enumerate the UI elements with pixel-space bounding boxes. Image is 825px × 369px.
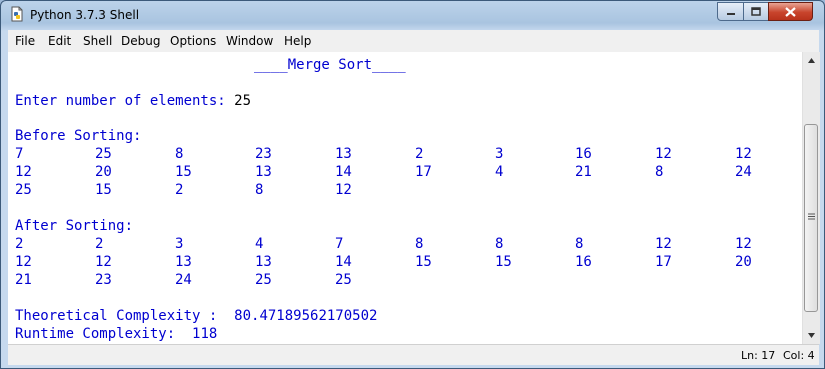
value-cell: 12 [735, 146, 752, 162]
value-cell: 12 [655, 146, 672, 162]
value-cell: 8 [575, 236, 584, 252]
value-cell: 13 [335, 146, 352, 162]
line-number: Ln: 17 [741, 349, 776, 362]
value-cell: 12 [335, 182, 352, 198]
runtime-value: 118 [192, 326, 218, 342]
value-cell: 15 [495, 254, 512, 270]
header-line: ____Merge Sort____ [254, 56, 406, 74]
theoretical-label: Theoretical Complexity : [15, 308, 218, 324]
value-cell: 12 [15, 254, 32, 270]
minimize-button[interactable] [717, 2, 744, 21]
value-cell: 15 [95, 182, 112, 198]
value-cell: 15 [175, 164, 192, 180]
value-cell: 23 [255, 146, 272, 162]
value-cell: 13 [255, 254, 272, 270]
before-sorting-label: Before Sorting: [15, 128, 142, 144]
value-cell: 16 [575, 254, 592, 270]
value-cell: 24 [735, 164, 752, 180]
chevron-up-icon [808, 58, 815, 63]
value-cell: 12 [15, 164, 32, 180]
value-cell: 2 [15, 236, 24, 252]
value-cell: 14 [335, 164, 352, 180]
grip-icon [808, 213, 815, 220]
value-cell: 23 [95, 272, 112, 288]
maximize-button[interactable] [743, 2, 769, 21]
column-number: Col: 4 [783, 349, 815, 362]
close-icon [785, 6, 796, 17]
after-sorting-label: After Sorting: [15, 218, 134, 234]
value-cell: 2 [415, 146, 424, 162]
header-prefix: ____ [254, 57, 288, 73]
value-cell: 3 [175, 236, 184, 252]
chevron-down-icon [808, 333, 815, 338]
value-cell: 21 [575, 164, 592, 180]
menu-shell[interactable]: Shell [83, 34, 112, 48]
value-cell: 25 [95, 146, 112, 162]
value-cell: 7 [335, 236, 344, 252]
theoretical-complexity-line: Theoretical Complexity : 80.471895621705… [15, 307, 377, 325]
vertical-scrollbar[interactable] [802, 52, 820, 344]
value-cell: 7 [15, 146, 24, 162]
menu-debug[interactable]: Debug [121, 34, 160, 48]
title-bar[interactable]: Python 3.7.3 Shell [1, 1, 824, 29]
prompt-value: 25 [234, 93, 252, 109]
value-cell: 8 [415, 236, 424, 252]
value-cell: 8 [495, 236, 504, 252]
menu-edit[interactable]: Edit [48, 34, 71, 48]
scroll-down-button[interactable] [803, 327, 820, 344]
value-cell: 4 [255, 236, 264, 252]
value-cell: 20 [95, 164, 112, 180]
value-cell: 21 [15, 272, 32, 288]
value-cell: 17 [415, 164, 432, 180]
value-cell: 25 [335, 272, 352, 288]
runtime-label: Runtime Complexity: [15, 326, 176, 342]
value-cell: 8 [175, 146, 184, 162]
scroll-up-button[interactable] [803, 52, 820, 69]
python-shell-window: Python 3.7.3 Shell File Edit Shell Debug… [0, 0, 825, 369]
window-title: Python 3.7.3 Shell [30, 8, 140, 22]
value-cell: 2 [95, 236, 104, 252]
value-cell: 8 [655, 164, 664, 180]
value-cell: 4 [495, 164, 504, 180]
menu-window[interactable]: Window [226, 34, 273, 48]
value-cell: 16 [575, 146, 592, 162]
console-output[interactable]: ____Merge Sort____ Enter number of eleme… [8, 52, 802, 344]
prompt-line: Enter number of elements: 25 [15, 92, 251, 110]
value-cell: 13 [255, 164, 272, 180]
menu-bar: File Edit Shell Debug Options Window Hel… [8, 30, 819, 53]
value-cell: 8 [255, 182, 264, 198]
value-cell: 20 [735, 254, 752, 270]
maximize-icon [751, 7, 761, 16]
value-cell: 2 [175, 182, 184, 198]
header-suffix: ____ [372, 57, 406, 73]
shell-text-area[interactable]: ____Merge Sort____ Enter number of eleme… [8, 52, 820, 344]
menu-file[interactable]: File [15, 34, 35, 48]
value-cell: 17 [655, 254, 672, 270]
header-title: Merge Sort [287, 57, 373, 73]
value-cell: 12 [95, 254, 112, 270]
menu-help[interactable]: Help [284, 34, 311, 48]
value-cell: 25 [15, 182, 32, 198]
runtime-complexity-line: Runtime Complexity: 118 [15, 325, 217, 343]
theoretical-value: 80.47189562170502 [234, 308, 378, 324]
value-cell: 12 [735, 236, 752, 252]
minimize-icon [726, 12, 735, 15]
python-file-icon [11, 6, 23, 22]
value-cell: 15 [415, 254, 432, 270]
scroll-thumb[interactable] [804, 124, 818, 312]
close-button[interactable] [768, 2, 813, 21]
value-cell: 25 [255, 272, 272, 288]
status-bar: Ln: 17 Col: 4 [8, 344, 819, 365]
value-cell: 3 [495, 146, 504, 162]
value-cell: 24 [175, 272, 192, 288]
prompt-label: Enter number of elements: [15, 93, 226, 109]
value-cell: 14 [335, 254, 352, 270]
value-cell: 12 [655, 236, 672, 252]
value-cell: 13 [175, 254, 192, 270]
menu-options[interactable]: Options [170, 34, 216, 48]
